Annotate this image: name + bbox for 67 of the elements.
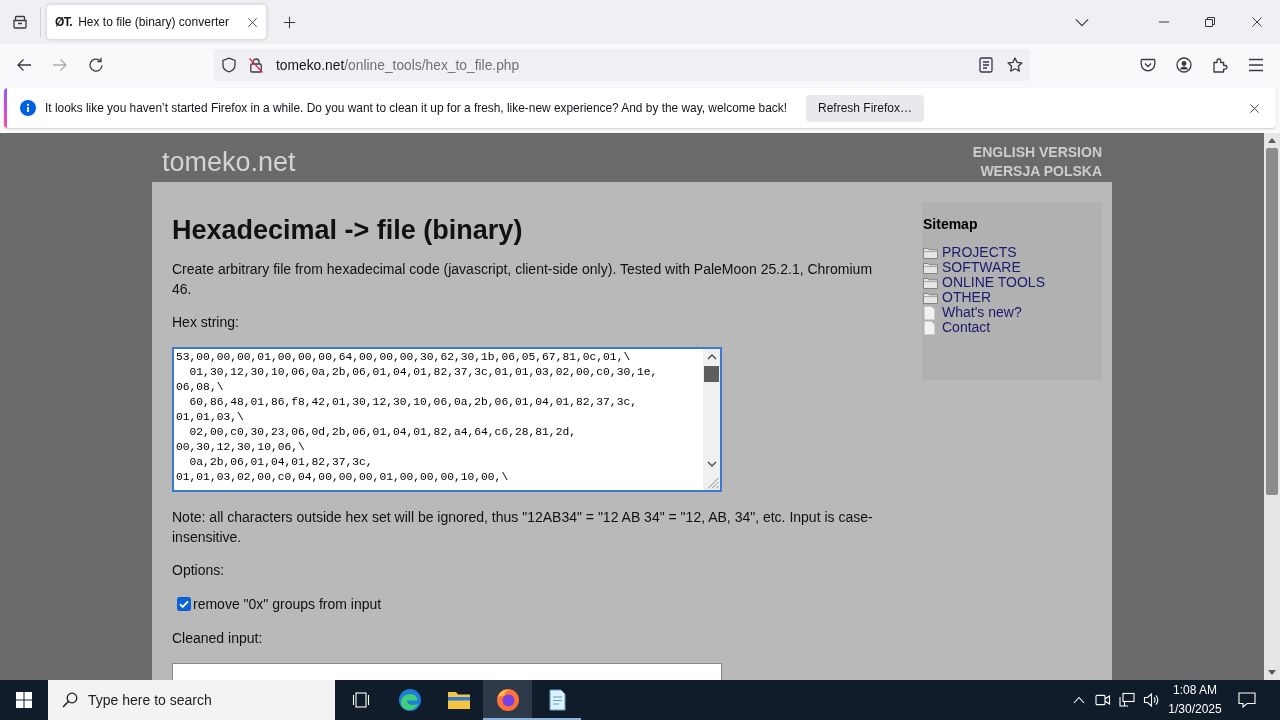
page-scrollbar[interactable] [1264,133,1280,680]
sitemap-link[interactable]: ONLINE TOOLS [942,275,1045,290]
folder-icon [923,291,938,304]
favicon: ØT. [55,15,73,29]
page-icon [924,305,935,320]
clock[interactable]: 1:08 AM 1/30/2025 [1165,680,1225,720]
reader-view-icon[interactable] [979,57,993,73]
folder-icon [923,246,938,259]
search-field[interactable]: Type here to search [48,680,335,720]
sitemap-link[interactable]: Contact [942,320,991,335]
close-icon[interactable] [1249,102,1260,114]
refresh-button[interactable]: Refresh Firefox… [806,94,925,122]
network-icon[interactable] [1119,692,1135,708]
video-camera-icon[interactable] [1095,692,1111,708]
star-icon[interactable] [1007,57,1023,73]
options-label: Options: [172,561,226,580]
address-bar[interactable]: tomeko.net/online_tools/hex_to_file.php [214,49,1030,81]
browser-tab[interactable]: ØT. Hex to file (binary) converter [47,5,266,39]
info-icon [20,100,36,116]
fox-browser-icon [495,688,520,712]
hex-string-field[interactable]: 53,00,00,00,01,00,00,00,64,00,00,00,30,62,30,1b,06,05,67,81,0c,01,\ 01,30,12,30,10,06,0a,2b,06,01,04,01,82,37,3c,01,01,03,02,00,c0,30,1e, 06,08,\ 60,86,48,01,86,f8,42,01,30,12,30,10,06,0a,2b,06,01,04,01,82,37,3c, 01,01,03,\ 02,00,c0,30,23,06,0d,2b,06,01,04,01,82,a4,64,c6,28,81,2d, 00,30,12,30,10,06,\ 0a,2b,06,01,04,01,82,37,3c, 01,01,03,02,00,c0,04,00,00,00,01,00,00,00,10,00,\ [172,347,722,492]
chevron-up-icon[interactable] [706,354,717,360]
page-title: Hexadecimal -> file (binary) [172,214,524,246]
scrollbar-thumb[interactable] [704,366,719,382]
tray-icon[interactable] [12,14,28,30]
arrow-left-icon[interactable] [16,57,32,73]
speaker-icon[interactable] [1143,692,1159,708]
notification-icon[interactable] [1238,692,1256,708]
scrollbar-thumb[interactable] [1266,148,1278,495]
cleaned-input-field[interactable] [172,663,722,680]
sitemap-link[interactable]: PROJECTS [942,245,1017,260]
account-icon[interactable] [1176,57,1192,73]
pocket-icon[interactable] [1140,57,1156,73]
shield-icon[interactable] [221,57,237,73]
reload-icon[interactable] [88,57,104,73]
resize-grip-icon[interactable] [707,477,719,489]
triangle-down-icon[interactable] [1268,670,1276,675]
windows-logo-icon [16,692,32,708]
sitemap-link[interactable]: What's new? [942,305,1022,320]
close-icon[interactable] [247,16,258,28]
restore-icon[interactable] [1205,17,1215,27]
task-view-icon [351,692,370,708]
menu-icon[interactable] [1248,58,1264,72]
sitemap-link[interactable]: OTHER [942,290,991,305]
field-label: Hex string: [172,313,240,332]
notification-message: It looks like you haven’t started Firefox in a while. Do you want to clean it up for a fresh, like-new experience? And by the way, welcome back! [45,101,787,115]
page-icon [924,320,935,335]
folder-icon [923,261,938,274]
triangle-up-icon[interactable] [1268,138,1276,143]
puzzle-icon[interactable] [1212,57,1228,73]
swirl-browser-icon [397,688,422,712]
sitemap-link[interactable]: SOFTWARE [942,260,1021,275]
lock-slash-icon[interactable] [248,57,264,73]
chevron-down-icon[interactable] [706,461,717,467]
folder-icon [923,276,938,289]
checkbox[interactable] [177,597,191,611]
search-icon [62,692,78,708]
close-icon[interactable] [1251,16,1263,28]
intro-text: Create arbitrary file from hexadecimal code (javascript, client-side only). Tested with PaleMoon 25.2.1, Chromium 46. [172,260,874,299]
note-text: Note: all characters outside hex set will be ignored, thus "12AB34" = "12 AB 34" = "12, AB, 34", etc. Input is case-insensitive. [172,508,874,547]
plus-icon[interactable] [283,15,296,29]
field-label: Cleaned input: [172,629,264,648]
scrollbar[interactable] [703,349,720,490]
option-label: remove "0x" groups from input [193,595,382,614]
sitemap-title: Sitemap [923,216,979,233]
chevron-down-icon[interactable] [1075,17,1089,27]
site-logo[interactable]: tomeko.net [162,146,296,178]
